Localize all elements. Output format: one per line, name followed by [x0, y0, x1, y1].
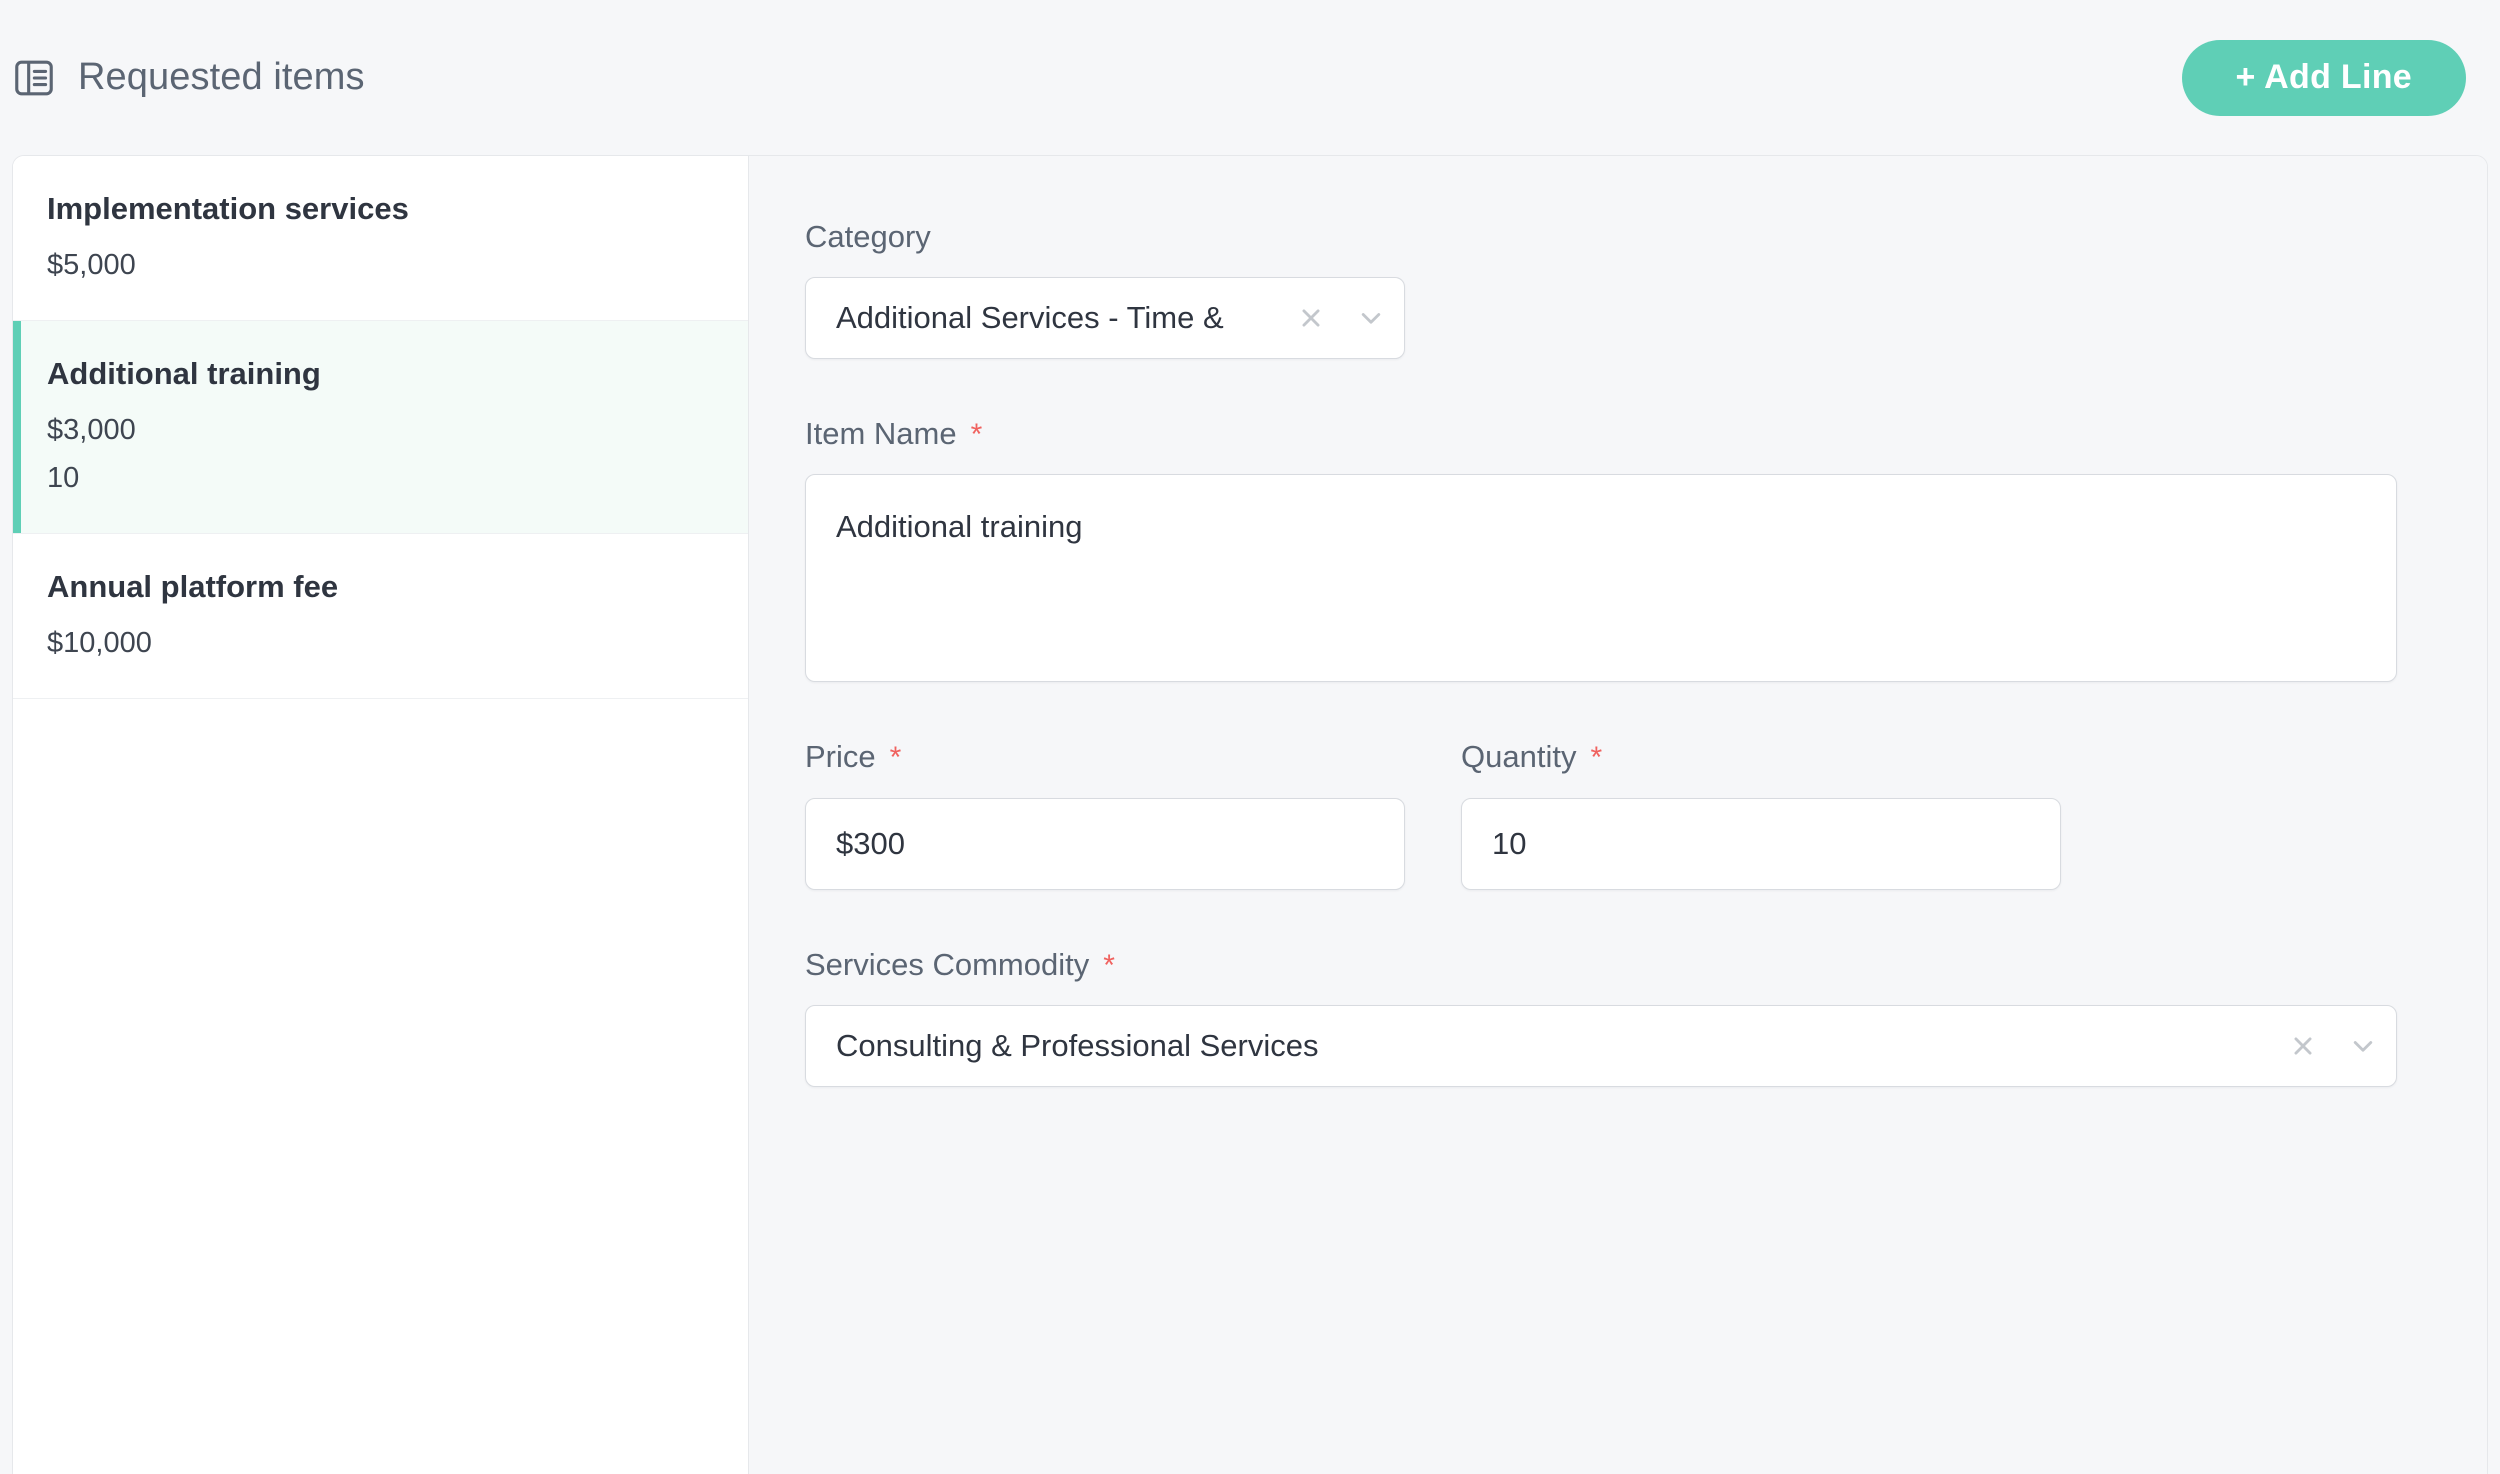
add-line-button[interactable]: + Add Line — [2182, 40, 2466, 116]
line-item-name: Additional training — [47, 353, 714, 395]
chevron-down-icon[interactable] — [1354, 301, 1388, 335]
required-indicator: * — [1590, 743, 1602, 773]
category-field-group: Category Additional Services - Time & — [805, 218, 2397, 359]
list-item[interactable]: Additional training $3,000 10 — [13, 321, 748, 534]
section-header-left: Requested items — [12, 56, 365, 100]
quantity-input[interactable]: 10 — [1461, 798, 2061, 890]
line-item-name: Implementation services — [47, 188, 714, 230]
price-label: Price * — [805, 738, 1405, 775]
item-name-textarea[interactable]: Additional training — [805, 474, 2397, 682]
requested-items-panel-icon — [12, 56, 56, 100]
services-commodity-label: Services Commodity * — [805, 946, 2397, 983]
required-indicator: * — [890, 743, 902, 773]
line-item-detail-form: Category Additional Services - Time & — [749, 156, 2487, 1474]
list-item[interactable]: Annual platform fee $10,000 — [13, 534, 748, 699]
line-item-price: $10,000 — [47, 622, 714, 664]
price-label-text: Price — [805, 738, 876, 775]
category-selected-value: Additional Services - Time & — [836, 300, 1280, 336]
price-quantity-row: Price * $300 Quantity * — [805, 738, 2397, 889]
price-value: $300 — [836, 826, 905, 862]
services-commodity-field-group: Services Commodity * Consulting & Profes… — [805, 946, 2397, 1087]
line-item-price: $3,000 — [47, 409, 714, 451]
services-commodity-select-icons — [2272, 1029, 2380, 1063]
required-indicator: * — [1103, 951, 1115, 981]
category-select[interactable]: Additional Services - Time & — [805, 277, 1405, 359]
close-icon[interactable] — [2286, 1029, 2320, 1063]
item-name-label-text: Item Name — [805, 415, 957, 452]
line-item-price: $5,000 — [47, 244, 714, 286]
price-field-group: Price * $300 — [805, 738, 1405, 889]
item-name-label: Item Name * — [805, 415, 2397, 452]
close-icon[interactable] — [1294, 301, 1328, 335]
category-label-text: Category — [805, 218, 931, 255]
price-input[interactable]: $300 — [805, 798, 1405, 890]
quantity-column: Quantity * 10 — [1461, 738, 2061, 889]
item-name-value: Additional training — [836, 505, 2366, 548]
item-name-field-group: Item Name * Additional training — [805, 415, 2397, 682]
category-select-icons — [1280, 301, 1388, 335]
services-commodity-label-text: Services Commodity — [805, 946, 1089, 983]
quantity-label-text: Quantity — [1461, 738, 1576, 775]
quantity-field-group: Quantity * 10 — [1461, 738, 2061, 889]
requested-items-card: Implementation services $5,000 Additiona… — [12, 155, 2488, 1474]
line-item-name: Annual platform fee — [47, 566, 714, 608]
price-column: Price * $300 — [805, 738, 1405, 889]
quantity-label: Quantity * — [1461, 738, 2061, 775]
required-indicator: * — [971, 420, 983, 450]
list-item[interactable]: Implementation services $5,000 — [13, 156, 748, 321]
requested-items-screen: Requested items + Add Line Implementatio… — [0, 0, 2500, 1474]
services-commodity-select[interactable]: Consulting & Professional Services — [805, 1005, 2397, 1087]
line-item-list: Implementation services $5,000 Additiona… — [13, 156, 749, 1474]
line-item-quantity: 10 — [47, 457, 714, 499]
section-header: Requested items + Add Line — [0, 0, 2500, 155]
category-label: Category — [805, 218, 2397, 255]
quantity-value: 10 — [1492, 826, 1526, 862]
page-title: Requested items — [78, 56, 365, 99]
services-commodity-selected-value: Consulting & Professional Services — [836, 1028, 2272, 1064]
chevron-down-icon[interactable] — [2346, 1029, 2380, 1063]
